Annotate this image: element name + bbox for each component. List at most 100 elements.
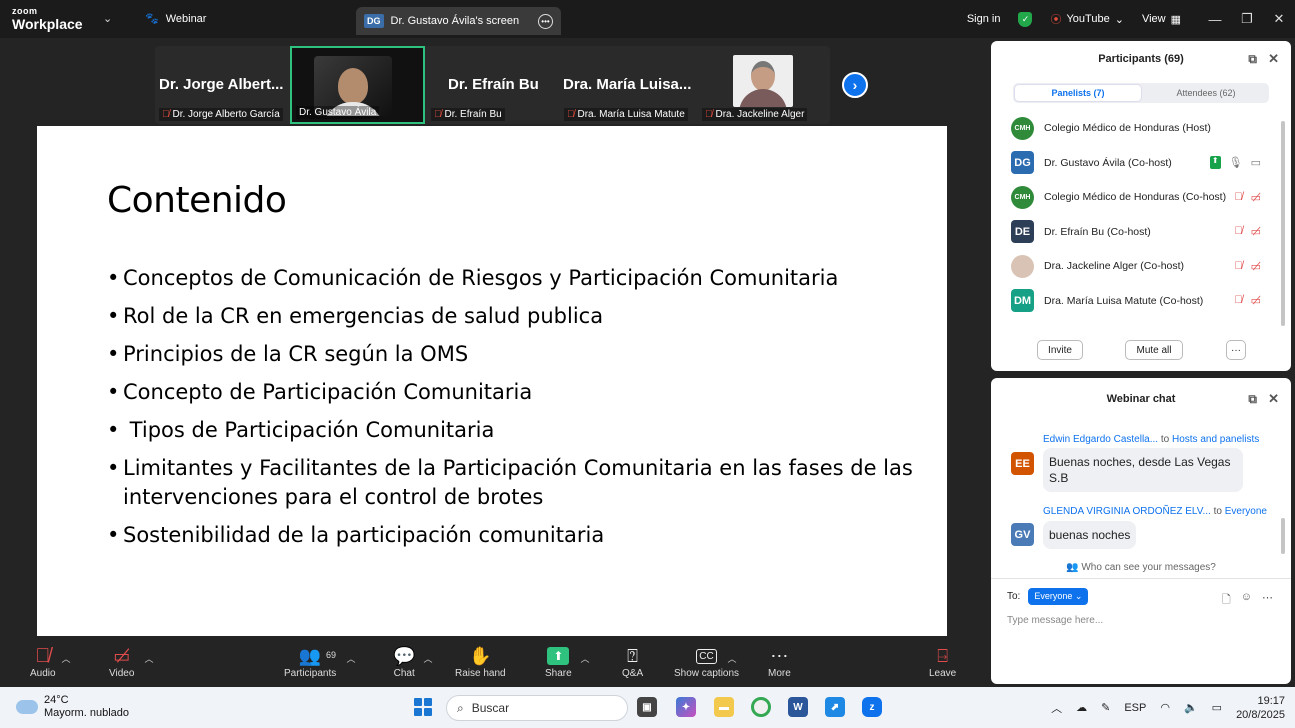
emoji-icon[interactable]: ☺ [1241,591,1252,610]
participants-more-button[interactable]: ··· [1226,340,1246,360]
broadcast-icon: ⦿ [1050,14,1062,26]
store-icon[interactable]: ⬈ [825,697,845,717]
list-item[interactable]: DG Dr. Gustavo Ávila (Co-host) ⬆ 🎙 ▭ [991,146,1291,181]
avatar: CMH [1011,116,1034,140]
more-button[interactable]: ⋯ More [768,644,791,680]
mic-muted-icon[interactable]: 🎙̸ [1234,191,1242,204]
video-off-icon[interactable]: ▭̸ [1251,294,1261,307]
view-button[interactable]: View ▦ [1142,13,1181,26]
wifi-icon[interactable]: ◠ [1160,701,1170,714]
battery-icon[interactable]: ▭ [1212,701,1222,714]
chat-message-input[interactable]: Type message here... [1007,615,1103,626]
taskbar-search[interactable]: ⌕ Buscar [446,695,628,721]
more-options-icon[interactable]: ••• [538,13,553,29]
minimize-icon[interactable]: — [1199,12,1231,27]
tile-name-large: Dr. Efraín Bu [448,76,539,93]
file-explorer-icon[interactable]: ▬ [714,697,734,717]
sign-in-button[interactable]: Sign in [967,13,1001,25]
encryption-shield-icon[interactable]: ✓ [1018,11,1033,27]
clock-date: 20/8/2025 [1236,708,1285,721]
pen-icon[interactable]: ✎ [1101,701,1110,714]
copilot-icon[interactable]: ✦ [676,697,696,717]
language-indicator[interactable]: ESP [1124,702,1146,714]
search-label: Buscar [471,701,510,715]
youtube-live-button[interactable]: ⦿ YouTube ⌄ [1050,11,1123,27]
video-off-icon[interactable]: ▭̸ [1251,191,1261,204]
avatar: DE [1011,220,1034,244]
video-off-icon[interactable]: ▭̸ [1251,225,1261,238]
restore-icon[interactable]: ❐ [1231,11,1263,27]
list-item[interactable]: CMH Colegio Médico de Honduras (Host) [991,111,1291,146]
mic-muted-icon: 🎙̸ [162,109,170,120]
who-can-see-link[interactable]: 👥 Who can see your messages? [991,562,1291,573]
who-can-see-label: Who can see your messages? [1081,562,1216,573]
video-tile-jackeline[interactable]: 🎙̸ Dra. Jackeline Alger [698,46,828,124]
list-item[interactable]: DE Dr. Efraín Bu (Co-host) 🎙̸ ▭̸ [991,215,1291,250]
captions-label: Show captions [674,668,740,679]
video-tile-jorge[interactable]: Dr. Jorge Albert... 🎙̸ Dr. Jorge Alberto … [155,46,289,124]
tab-panelists[interactable]: Panelists (7) [1014,84,1142,102]
avatar: CMH [1011,185,1034,209]
avatar-photo [1011,254,1034,278]
video-off-icon[interactable]: ▭̸ [1251,260,1261,273]
video-label: Video [109,668,135,679]
pop-out-icon[interactable]: ⧉ [1248,52,1257,67]
close-icon[interactable]: ✕ [1268,391,1279,407]
weather-temp: 24°C [44,694,69,706]
speaker-icon[interactable]: 🔈 [1184,701,1198,714]
chevron-up-icon[interactable]: ︿ [1051,700,1062,716]
pop-out-icon[interactable]: ⧉ [1248,392,1257,407]
list-item[interactable]: Dra. Jackeline Alger (Co-host) 🎙̸ ▭̸ [991,249,1291,284]
mic-icon[interactable]: 🎙 [1229,156,1243,169]
chat-sender[interactable]: Edwin Edgardo Castella... [1043,434,1158,445]
video-camera-icon[interactable]: ▭ [1251,156,1261,169]
mic-muted-icon[interactable]: 🎙̸ [1234,225,1242,238]
audio-button[interactable]: 🎙̸ Audio [30,644,56,680]
word-icon[interactable]: W [788,697,808,717]
windows-start-icon[interactable] [414,698,432,716]
video-tile-maria[interactable]: Dra. María Luisa... 🎙̸ Dra. María Luisa M… [560,46,697,124]
chevron-down-icon[interactable]: ⌄ [103,12,112,25]
participant-name: Colegio Médico de Honduras (Host) [1044,122,1211,135]
close-icon[interactable]: ✕ [1268,51,1279,67]
more-label: More [768,668,791,679]
participant-name: Dra. María Luisa Matute (Co-host) [1044,294,1204,307]
screen-share-tab[interactable]: DG Dr. Gustavo Ávila's screen ••• [356,7,561,35]
next-page-arrow-icon[interactable]: › [842,72,868,98]
share-button[interactable]: ⬆ Share [545,644,572,679]
participants-scrollbar[interactable] [1281,121,1285,326]
video-button[interactable]: ▭̸ Video [109,644,135,680]
mic-muted-icon[interactable]: 🎙̸ [1234,294,1242,307]
brand-large: Workplace [12,16,83,32]
task-view-icon[interactable]: ▣ [637,697,657,717]
list-item[interactable]: CMH Colegio Médico de Honduras (Co-host)… [991,180,1291,215]
weather-widget[interactable]: 24°C Mayorm. nublado [16,694,129,720]
recipient-dropdown[interactable]: Everyone ⌄ [1028,588,1089,605]
list-item[interactable]: DM Dra. María Luisa Matute (Co-host) 🎙̸ … [991,284,1291,319]
raise-hand-button[interactable]: ✋ Raise hand [455,644,506,680]
chrome-icon[interactable] [751,697,771,717]
chat-sender[interactable]: GLENDA VIRGINIA ORDOÑEZ ELV... [1043,506,1211,517]
participants-header: Participants (69) ⧉ ✕ [991,41,1291,77]
chat-scrollbar[interactable] [1281,518,1285,554]
screen-tab-label: Dr. Gustavo Ávila's screen [390,15,520,27]
tab-attendees[interactable]: Attendees (62) [1143,83,1269,103]
webinar-menu[interactable]: 🐾 Webinar [145,12,206,26]
cloud-icon[interactable]: ☁ [1076,701,1087,714]
more-dots-icon[interactable]: ⋯ [1262,591,1273,610]
mic-muted-icon[interactable]: 🎙̸ [1234,260,1242,273]
qa-button[interactable]: ⍰ Q&A [622,644,644,680]
file-icon[interactable]: 🗋 [1222,591,1231,610]
mute-all-button[interactable]: Mute all [1125,340,1183,360]
zoom-app-icon[interactable]: z [862,697,882,717]
video-tile-efrain[interactable]: Dr. Efraín Bu 🎙̸ Dr. Efraín Bu [427,46,557,124]
video-tile-gustavo[interactable]: Dr. Gustavo Ávila [290,46,425,124]
close-icon[interactable]: ✕ [1263,11,1295,27]
invite-button[interactable]: Invite [1037,340,1083,360]
leave-button[interactable]: ⍈ Leave [929,644,956,680]
cloud-sun-icon [16,694,38,714]
clock[interactable]: 19:17 20/8/2025 [1236,694,1285,722]
chat-button[interactable]: 💬 Chat [393,644,415,680]
qa-label: Q&A [622,668,644,679]
search-icon: ⌕ [457,700,464,715]
